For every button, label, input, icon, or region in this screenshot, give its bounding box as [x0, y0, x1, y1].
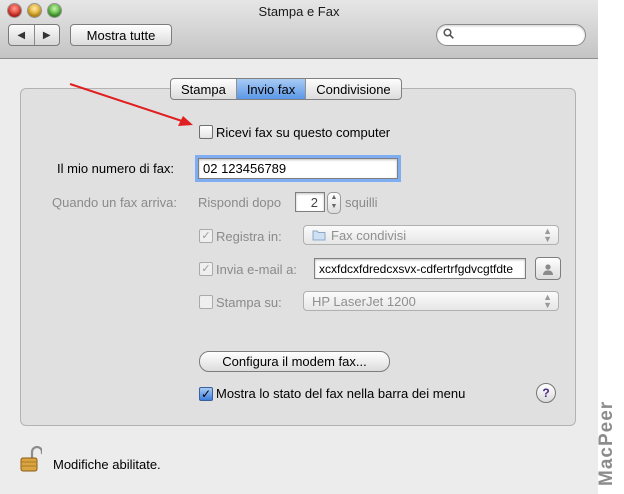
show-status-label: Mostra lo stato del fax nella barra dei … [216, 386, 466, 401]
rings-stepper[interactable]: ▲ ▼ [327, 192, 341, 214]
popup-arrows-icon: ▲ ▼ [543, 226, 552, 244]
search-field[interactable] [436, 24, 586, 46]
tab-invio-fax[interactable]: Invio fax [236, 79, 307, 99]
back-forward-control: ◀ ▶ [8, 24, 60, 46]
tab-condivisione[interactable]: Condivisione [306, 79, 400, 99]
fax-number-field[interactable]: 02 123456789 [195, 155, 401, 182]
search-input[interactable] [459, 27, 581, 43]
watermark-text: MacPeer [596, 400, 617, 486]
email-field[interactable]: xcxfdcxfdredcxsvx-cdfertrfgdvcgtfdte [314, 258, 526, 279]
email-label: Invia e-mail a: [216, 262, 297, 277]
folder-icon [312, 230, 326, 241]
print-on-popup[interactable]: HP LaserJet 1200 ▲ ▼ [303, 291, 559, 311]
receive-fax-label: Ricevi fax su questo computer [216, 125, 391, 140]
forward-arrow-icon[interactable]: ▶ [35, 25, 60, 45]
title-bar: Stampa e Fax ◀ ▶ Mostra tutte [0, 0, 598, 59]
fax-number-label: Il mio numero di fax: [57, 161, 175, 176]
show-all-button[interactable]: Mostra tutte [70, 24, 172, 46]
search-icon [443, 28, 454, 42]
print-on-checkbox[interactable] [199, 295, 213, 309]
save-in-value: Fax condivisi [331, 227, 407, 243]
popup-arrows-icon: ▲ ▼ [543, 292, 552, 310]
rings-label: squilli [345, 195, 378, 210]
tab-bar: Stampa Invio fax Condivisione [170, 78, 402, 100]
receive-fax-checkbox[interactable] [199, 125, 213, 139]
back-arrow-icon[interactable]: ◀ [9, 25, 35, 45]
person-icon [543, 263, 553, 275]
rings-count-field[interactable]: 2 [295, 192, 325, 212]
show-status-checkbox[interactable]: ✓ [199, 387, 213, 401]
annotation-arrow-icon [69, 83, 193, 126]
email-checkbox[interactable]: ✓ [199, 262, 213, 276]
print-on-value: HP LaserJet 1200 [312, 293, 416, 309]
lock-status-label: Modifiche abilitate. [53, 457, 161, 472]
save-in-popup[interactable]: Fax condivisi ▲ ▼ [303, 225, 559, 245]
print-on-label: Stampa su: [216, 295, 282, 310]
window-title: Stampa e Fax [258, 4, 340, 19]
configure-modem-button[interactable]: Configura il modem fax... [199, 351, 390, 372]
answer-after-label: Rispondi dopo [198, 195, 282, 210]
save-in-label: Registra in: [216, 229, 282, 244]
when-fax-arrives-label: Quando un fax arriva: [52, 195, 178, 210]
help-button[interactable]: ? [536, 383, 556, 403]
save-in-checkbox[interactable]: ✓ [199, 229, 213, 243]
address-book-button[interactable] [535, 257, 561, 280]
lock-open-icon[interactable] [20, 446, 42, 472]
